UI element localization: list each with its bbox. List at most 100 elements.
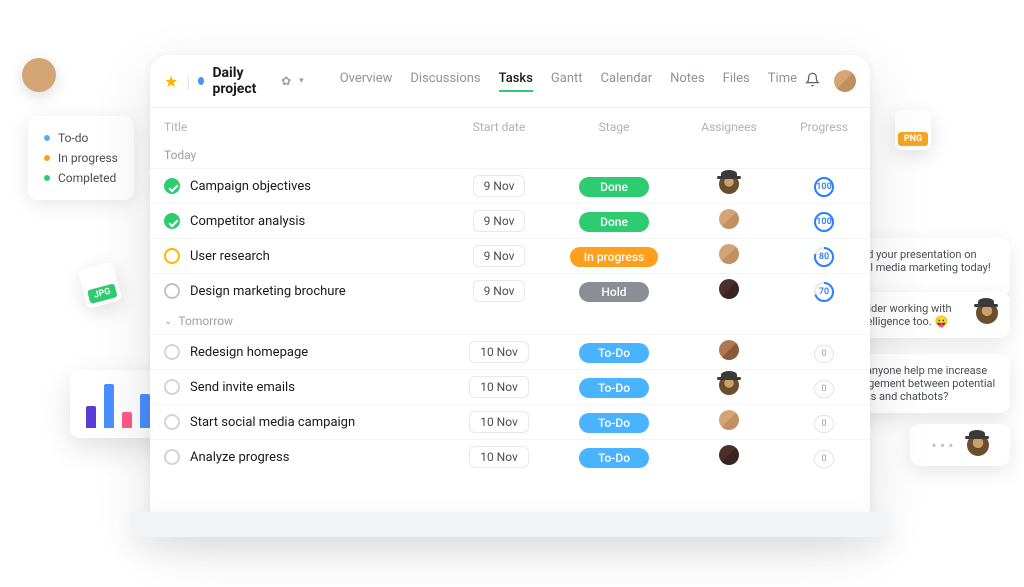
progress-badge: 0 bbox=[814, 415, 834, 433]
stage-badge[interactable]: To-Do bbox=[579, 378, 649, 398]
avatar bbox=[976, 302, 998, 324]
status-circle-icon[interactable] bbox=[164, 248, 180, 264]
stage-badge[interactable]: Done bbox=[579, 177, 649, 197]
legend-label: In progress bbox=[58, 151, 118, 165]
tab-time[interactable]: Time bbox=[768, 71, 797, 92]
tab-overview[interactable]: Overview bbox=[340, 71, 393, 92]
assignee-avatar[interactable] bbox=[719, 209, 739, 229]
assignee-avatar[interactable] bbox=[719, 244, 739, 264]
progress-badge: 0 bbox=[814, 450, 834, 468]
assignee-avatar[interactable] bbox=[719, 279, 739, 299]
chevron-down-icon[interactable]: ▾ bbox=[299, 76, 304, 86]
start-date[interactable]: 9 Nov bbox=[473, 245, 526, 267]
task-title: User research bbox=[190, 249, 270, 264]
col-assignees[interactable]: Assignees bbox=[674, 120, 784, 134]
progress-ring: 100 bbox=[813, 176, 835, 198]
assignee-avatar[interactable] bbox=[719, 174, 739, 194]
start-date[interactable]: 10 Nov bbox=[469, 446, 529, 468]
status-circle-icon[interactable] bbox=[164, 344, 180, 360]
file-thumbnail-jpg[interactable]: JPG bbox=[77, 261, 122, 309]
assignee-avatar[interactable] bbox=[719, 340, 739, 360]
task-row[interactable]: Redesign homepage 10 Nov To-Do 0 bbox=[150, 334, 870, 369]
chart-bar bbox=[104, 384, 114, 428]
start-date[interactable]: 10 Nov bbox=[469, 376, 529, 398]
dot-icon bbox=[44, 155, 50, 161]
col-start-date[interactable]: Start date bbox=[444, 120, 554, 134]
assignee-avatar[interactable] bbox=[719, 445, 739, 465]
chart-bar bbox=[86, 406, 96, 428]
project-color-icon bbox=[198, 77, 204, 85]
tab-gantt[interactable]: Gantt bbox=[551, 71, 583, 92]
avatar bbox=[967, 434, 989, 456]
file-thumbnail-png[interactable]: PNG bbox=[895, 110, 931, 150]
start-date[interactable]: 9 Nov bbox=[473, 175, 526, 197]
section-tomorrow[interactable]: ⌄ Tomorrow bbox=[150, 308, 870, 334]
task-title: Design marketing brochure bbox=[190, 284, 346, 299]
star-icon[interactable]: ★ bbox=[164, 72, 178, 91]
dot-icon bbox=[44, 175, 50, 181]
start-date[interactable]: 9 Nov bbox=[473, 280, 526, 302]
col-title[interactable]: Title bbox=[164, 120, 444, 134]
stage-badge[interactable]: Hold bbox=[579, 282, 649, 302]
progress-ring: 100 bbox=[813, 211, 835, 233]
stage-badge[interactable]: To-Do bbox=[579, 413, 649, 433]
status-circle-icon[interactable] bbox=[164, 379, 180, 395]
gear-icon[interactable]: ✿ bbox=[281, 74, 291, 88]
status-circle-icon[interactable] bbox=[164, 213, 180, 229]
task-row[interactable]: Competitor analysis 9 Nov Done 100 bbox=[150, 203, 870, 238]
assignee-avatar[interactable] bbox=[719, 375, 739, 395]
start-date[interactable]: 10 Nov bbox=[469, 341, 529, 363]
task-row[interactable]: Start social media campaign 10 Nov To-Do… bbox=[150, 404, 870, 439]
col-progress[interactable]: Progress bbox=[784, 120, 864, 134]
start-date[interactable]: 10 Nov bbox=[469, 411, 529, 433]
tab-tasks[interactable]: Tasks bbox=[499, 71, 533, 92]
tab-calendar[interactable]: Calendar bbox=[601, 71, 653, 92]
legend-item: Completed bbox=[44, 168, 118, 188]
ellipsis-icon: ••• bbox=[931, 436, 956, 455]
legend-item: In progress bbox=[44, 148, 118, 168]
user-avatar[interactable] bbox=[834, 70, 856, 92]
section-today[interactable]: Today bbox=[150, 142, 870, 168]
legend-item: To-do bbox=[44, 128, 118, 148]
file-ext-label: PNG bbox=[898, 132, 928, 146]
stage-badge[interactable]: To-Do bbox=[579, 448, 649, 468]
progress-ring: 80 bbox=[813, 246, 835, 268]
legend-label: To-do bbox=[58, 131, 88, 145]
status-circle-icon[interactable] bbox=[164, 449, 180, 465]
task-title: Send invite emails bbox=[190, 380, 295, 395]
tab-files[interactable]: Files bbox=[723, 71, 750, 92]
project-window: ★ | Daily project ✿ ▾ Overview Discussio… bbox=[150, 55, 870, 525]
progress-badge: 0 bbox=[814, 345, 834, 363]
stage-badge[interactable]: To-Do bbox=[579, 343, 649, 363]
task-row[interactable]: Design marketing brochure 9 Nov Hold 70 bbox=[150, 273, 870, 308]
project-title[interactable]: Daily project bbox=[212, 65, 273, 97]
progress-badge: 0 bbox=[814, 380, 834, 398]
status-legend: To-do In progress Completed bbox=[28, 116, 134, 200]
task-row[interactable]: Analyze progress 10 Nov To-Do 0 bbox=[150, 439, 870, 474]
task-title: Analyze progress bbox=[190, 450, 289, 465]
chart-bar bbox=[140, 394, 150, 428]
task-row[interactable]: User research 9 Nov In progress 80 bbox=[150, 238, 870, 273]
task-row[interactable]: Send invite emails 10 Nov To-Do 0 bbox=[150, 369, 870, 404]
status-circle-icon[interactable] bbox=[164, 283, 180, 299]
task-title: Start social media campaign bbox=[190, 415, 355, 430]
task-title: Competitor analysis bbox=[190, 214, 305, 229]
task-row[interactable]: Campaign objectives 9 Nov Done 100 bbox=[150, 168, 870, 203]
section-label: Tomorrow bbox=[178, 314, 233, 328]
tab-discussions[interactable]: Discussions bbox=[410, 71, 480, 92]
task-title: Campaign objectives bbox=[190, 179, 311, 194]
stage-badge[interactable]: In progress bbox=[570, 247, 658, 267]
start-date[interactable]: 9 Nov bbox=[473, 210, 526, 232]
col-stage[interactable]: Stage bbox=[554, 120, 674, 134]
status-circle-icon[interactable] bbox=[164, 178, 180, 194]
status-circle-icon[interactable] bbox=[164, 414, 180, 430]
bell-icon[interactable] bbox=[805, 72, 820, 91]
device-bezel bbox=[130, 512, 890, 537]
assignee-avatar[interactable] bbox=[719, 410, 739, 430]
tab-notes[interactable]: Notes bbox=[670, 71, 705, 92]
avatar bbox=[22, 58, 56, 92]
chevron-down-icon: ⌄ bbox=[164, 316, 172, 327]
typing-indicator: ••• bbox=[910, 424, 1010, 466]
stage-badge[interactable]: Done bbox=[579, 212, 649, 232]
progress-ring: 70 bbox=[813, 281, 835, 303]
